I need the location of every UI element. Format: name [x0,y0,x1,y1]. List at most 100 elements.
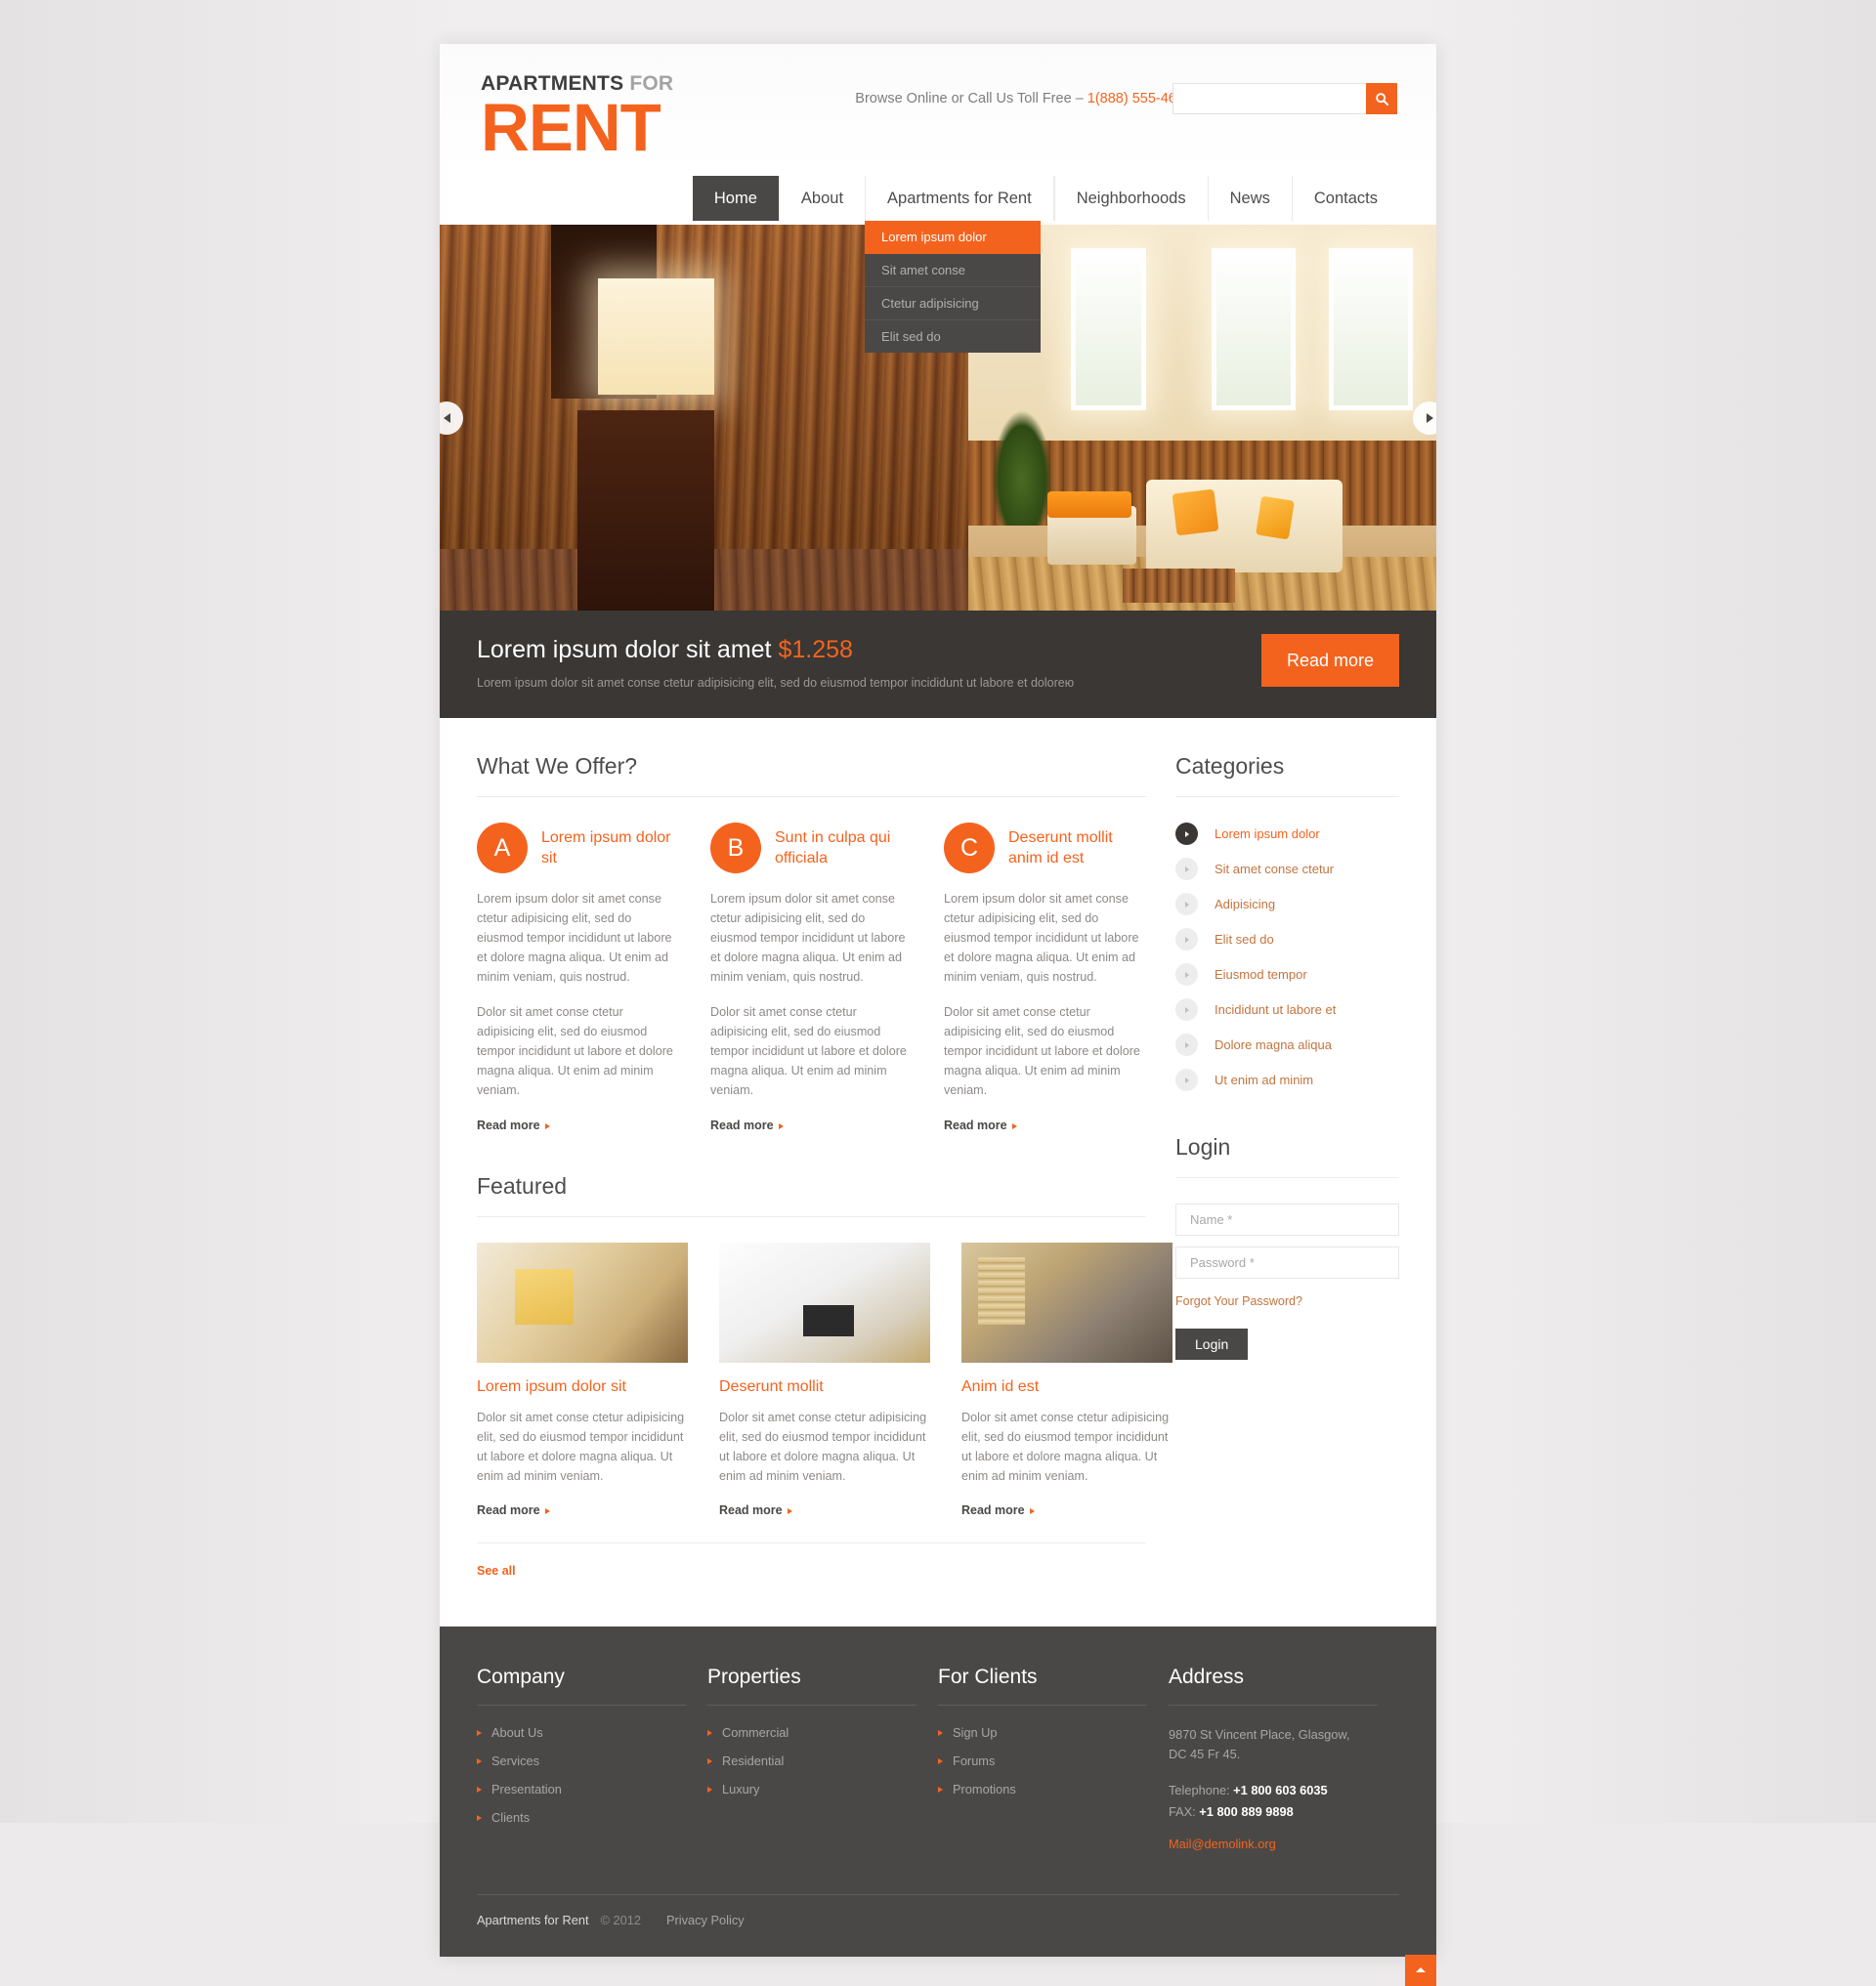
offer-paragraph-two: Dolor sit amet conse ctetur adipisicing … [944,1005,1140,1098]
dropdown-item-ctetur-adipisicing[interactable]: Ctetur adipisicing [865,287,1042,320]
featured-title[interactable]: Lorem ipsum dolor sit [477,1378,688,1396]
footer-link-presentation[interactable]: Presentation [477,1782,686,1796]
offer-header: A Lorem ipsum dolor sit [477,823,679,873]
footer-link-commercial[interactable]: Commercial [707,1725,917,1740]
footer-heading-for-clients: For Clients [938,1666,1147,1707]
featured-title[interactable]: Deserunt mollit [719,1378,930,1396]
offer-read-more-link[interactable]: Read more [477,1119,550,1132]
featured-thumbnail[interactable] [719,1242,930,1363]
footer-link-label: Commercial [722,1725,789,1741]
offer-read-more-link[interactable]: Read more [944,1119,1017,1132]
nav-item-news[interactable]: News [1207,176,1292,221]
footer-link-label: Services [491,1754,540,1769]
search-button[interactable] [1366,83,1397,114]
offer-card-a: A Lorem ipsum dolor sit Lorem ipsum dolo… [477,823,679,1134]
window-three [1328,247,1413,410]
category-item-incididunt-ut-labore-et[interactable]: Incididunt ut labore et [1175,998,1399,1021]
offer-paragraph-one: Lorem ipsum dolor sit amet conse ctetur … [477,892,672,984]
footer-link-clients[interactable]: Clients [477,1810,686,1825]
featured-card-one: Lorem ipsum dolor sit Dolor sit amet con… [477,1242,688,1520]
see-all-link[interactable]: See all [477,1564,516,1578]
category-item-adipisicing[interactable]: Adipisicing [1175,893,1399,915]
offer-title[interactable]: Deserunt mollit anim id est [1008,823,1146,869]
email-link[interactable]: Mail@demolink.org [1169,1837,1276,1851]
offer-read-more-link[interactable]: Read more [710,1119,784,1132]
nav-item-contacts[interactable]: Contacts [1291,176,1399,221]
cushion-one [1172,488,1219,536]
offer-read-more-label: Read more [477,1118,540,1132]
site-page: APARTMENTS FOR RENT Browse Online or Cal… [440,44,1436,1986]
category-item-dolore-magna-aliqua[interactable]: Dolore magna aliqua [1175,1034,1399,1056]
hero-read-more-button[interactable]: Read more [1260,634,1399,687]
arrow-right-icon [477,1757,482,1764]
footer-link-services[interactable]: Services [477,1754,686,1768]
featured-thumbnail[interactable] [477,1242,688,1363]
bullet-arrow-icon [1175,1069,1198,1091]
footer-link-about-us[interactable]: About Us [477,1725,686,1740]
login-name-input[interactable] [1175,1204,1399,1236]
footer-link-forums[interactable]: Forums [938,1754,1147,1768]
login-password-input[interactable] [1175,1247,1399,1279]
footer-link-label: Clients [491,1810,531,1826]
nav-item-home[interactable]: Home [692,176,779,221]
offer-title[interactable]: Lorem ipsum dolor sit [541,823,679,869]
hero-price: $1.258 [778,636,853,663]
dropdown-item-sit-amet-conse[interactable]: Sit amet conse [865,254,1042,287]
nav-item-apartments-for-rent[interactable]: Apartments for Rent Lorem ipsum dolor Si… [865,176,1054,353]
arrow-right-icon [1011,1122,1017,1129]
toll-free-text: Browse Online or Call Us Toll Free – [855,91,1087,106]
bullet-arrow-icon [1175,858,1198,880]
offer-card-c: C Deserunt mollit anim id est Lorem ipsu… [944,823,1146,1134]
privacy-policy-link[interactable]: Privacy Policy [666,1913,745,1927]
telephone-label: Telephone: [1169,1783,1234,1798]
nav-label: Contacts [1313,189,1378,207]
footer-columns: Company About Us Services Presentation C… [477,1666,1399,1852]
login-heading: Login [1175,1134,1399,1178]
category-item-lorem-ipsum-dolor[interactable]: Lorem ipsum dolor [1175,823,1399,845]
footer-link-sign-up[interactable]: Sign Up [938,1725,1147,1740]
featured-text: Dolor sit amet conse ctetur adipisicing … [961,1410,1170,1483]
category-item-eiusmod-tempor[interactable]: Eiusmod tempor [1175,963,1399,986]
nav-item-neighborhoods[interactable]: Neighborhoods [1053,176,1208,221]
search-input[interactable] [1172,83,1366,114]
featured-read-more-link[interactable]: Read more [719,1503,792,1517]
featured-read-more-link[interactable]: Read more [477,1503,550,1517]
arrow-right-icon [477,1786,482,1793]
dropdown-item-elit-sed-do[interactable]: Elit sed do [865,320,1041,353]
telephone-row: Telephone: +1 800 603 6035 [1169,1780,1378,1801]
nav-label: Home [713,189,757,207]
nav-item-about[interactable]: About [778,176,865,221]
category-item-sit-amet-conse-ctetur[interactable]: Sit amet conse ctetur [1175,858,1399,880]
forgot-password-link[interactable]: Forgot Your Password? [1175,1294,1302,1308]
category-item-ut-enim-ad-minim[interactable]: Ut enim ad minim [1175,1069,1399,1091]
offer-title[interactable]: Sunt in culpa qui officiala [775,823,913,869]
featured-read-more-label: Read more [477,1503,540,1518]
scroll-to-top-button[interactable] [1405,1954,1436,1986]
arrow-right-icon [477,1814,482,1821]
featured-card-three: Anim id est Dolor sit amet conse ctetur … [961,1242,1172,1520]
dropdown-item-lorem-ipsum-dolor[interactable]: Lorem ipsum dolor [865,221,1042,254]
offer-read-more-label: Read more [710,1118,774,1132]
offer-paragraph-two: Dolor sit amet conse ctetur adipisicing … [710,1005,907,1098]
footer-link-residential[interactable]: Residential [707,1754,917,1768]
footer-list-properties: Commercial Residential Luxury [707,1725,917,1796]
featured-title[interactable]: Anim id est [961,1378,1172,1396]
footer-link-label: Residential [722,1754,785,1769]
main-column: What We Offer? A Lorem ipsum dolor sit L… [477,753,1175,1580]
site-logo[interactable]: APARTMENTS FOR RENT [481,73,673,161]
login-button[interactable]: Login [1175,1329,1249,1360]
footer-link-luxury[interactable]: Luxury [707,1782,917,1796]
arrow-right-icon [544,1122,550,1129]
featured-thumbnail[interactable] [961,1242,1172,1363]
featured-text: Dolor sit amet conse ctetur adipisicing … [477,1410,685,1483]
featured-section: Featured Lorem ipsum dolor sit Dolor sit… [477,1173,1172,1581]
footer-column-for-clients: For Clients Sign Up Forums Promotions [938,1666,1169,1852]
category-item-elit-sed-do[interactable]: Elit sed do [1175,928,1399,951]
fax-value: +1 800 889 9898 [1199,1803,1294,1819]
arrow-right-icon [707,1729,712,1736]
footer-link-promotions[interactable]: Promotions [938,1782,1147,1796]
copyright-brand: Apartments for Rent [477,1912,589,1927]
category-label: Incididunt ut labore et [1215,1002,1337,1017]
what-we-offer-heading: What We Offer? [477,753,1146,797]
featured-read-more-link[interactable]: Read more [961,1503,1035,1517]
